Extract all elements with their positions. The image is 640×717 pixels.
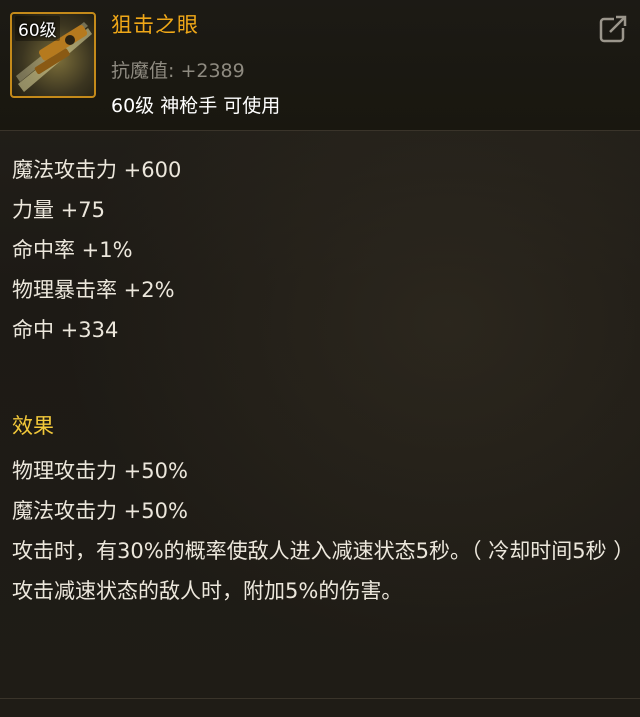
tooltip-header: 60级 狙击之眼 抗魔值: +2389 60级 神枪手 可使用 (0, 0, 640, 131)
item-level-badge: 60级 (15, 16, 60, 41)
item-tooltip: 60级 狙击之眼 抗魔值: +2389 60级 神枪手 可使用 魔法攻击力 +6… (0, 0, 640, 717)
item-requirement: 60级 神枪手 可使用 (111, 95, 281, 117)
effect-line: 魔法攻击力 +50% (12, 499, 188, 523)
resist-value: 抗魔值: +2389 (111, 60, 245, 82)
stat-line: 命中率 +1% (12, 238, 133, 262)
stat-line: 物理暴击率 +2% (12, 278, 175, 302)
item-name: 狙击之眼 (111, 13, 199, 37)
sniper-rifle-icon[interactable]: 60级 (10, 12, 96, 98)
effect-line: 攻击减速状态的敌人时，附加5%的伤害。 (12, 579, 403, 603)
stat-list: 魔法攻击力 +600 力量 +75 命中率 +1% 物理暴击率 +2% 命中 +… (12, 150, 181, 350)
effect-line: 物理攻击力 +50% (12, 459, 188, 483)
stat-line: 命中 +334 (12, 318, 119, 342)
effect-list: 物理攻击力 +50% 魔法攻击力 +50% 攻击时，有30%的概率使敌人进入减速… (12, 451, 635, 611)
effect-title: 效果 (12, 414, 54, 438)
stat-line: 力量 +75 (12, 198, 105, 222)
share-icon (599, 14, 628, 43)
share-button[interactable] (598, 12, 630, 44)
stat-line: 魔法攻击力 +600 (12, 158, 182, 182)
effect-line: 攻击时，有30%的概率使敌人进入减速状态5秒。（ 冷却时间5秒 ） (12, 539, 635, 563)
divider (0, 698, 640, 699)
